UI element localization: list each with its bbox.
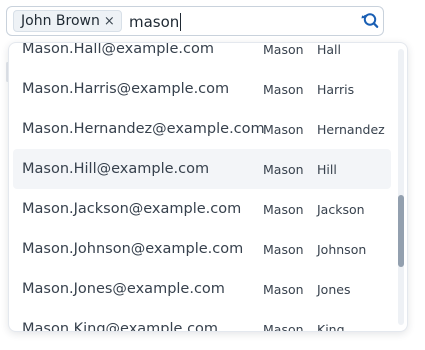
result-email: Mason.King@example.com bbox=[22, 321, 219, 332]
result-last-name: Hernandez bbox=[317, 121, 385, 137]
text-caret bbox=[180, 13, 182, 31]
user-search-combobox[interactable]: John Brown × mason bbox=[6, 6, 384, 36]
search-reset-icon[interactable] bbox=[359, 11, 379, 31]
result-row[interactable]: Mason.Jackson@example.com Mason Jackson bbox=[13, 189, 391, 229]
result-email: Mason.Hernandez@example.com bbox=[22, 121, 265, 137]
result-email: Mason.Johnson@example.com bbox=[22, 241, 244, 257]
result-row[interactable]: Mason.Johnson@example.com Mason Johnson bbox=[13, 229, 391, 269]
result-last-name: Hall bbox=[317, 42, 342, 57]
close-icon[interactable]: × bbox=[104, 15, 115, 28]
result-first-name: Mason bbox=[263, 321, 304, 332]
chip-label: John Brown bbox=[21, 13, 100, 29]
app-canvas: John Brown × mason Mason.Hall@example.co… bbox=[0, 0, 425, 350]
selected-user-chip: John Brown × bbox=[13, 10, 122, 32]
result-last-name: Jones bbox=[317, 281, 351, 297]
scrollbar-track[interactable] bbox=[398, 49, 404, 325]
result-first-name: Mason bbox=[263, 42, 304, 57]
result-first-name: Mason bbox=[263, 121, 304, 137]
result-first-name: Mason bbox=[263, 161, 304, 177]
result-last-name: King bbox=[317, 321, 345, 332]
result-first-name: Mason bbox=[263, 281, 304, 297]
result-email: Mason.Jones@example.com bbox=[22, 281, 225, 297]
results-dropdown[interactable]: Mason.Hall@example.com Mason Hall Mason.Har… bbox=[8, 42, 408, 332]
result-row[interactable]: Mason.Jones@example.com Mason Jones bbox=[13, 269, 391, 309]
result-first-name: Mason bbox=[263, 201, 304, 217]
search-input[interactable]: mason bbox=[129, 12, 182, 32]
result-email: Mason.Hall@example.com bbox=[22, 42, 214, 57]
result-first-name: Mason bbox=[263, 241, 304, 257]
result-row[interactable]: Mason.Harris@example.com Mason Harris bbox=[13, 69, 391, 109]
result-last-name: Hill bbox=[317, 161, 337, 177]
result-last-name: Jackson bbox=[317, 201, 365, 217]
result-row[interactable]: Mason.Hill@example.com Mason Hill bbox=[13, 149, 391, 189]
result-first-name: Mason bbox=[263, 81, 304, 97]
result-row[interactable]: Mason.Hernandez@example.com Mason Hernande… bbox=[13, 109, 391, 149]
results-list: Mason.Hall@example.com Mason Hall Mason.Har… bbox=[9, 42, 397, 332]
result-row[interactable]: Mason.Hall@example.com Mason Hall bbox=[13, 42, 391, 69]
result-row[interactable]: Mason.King@example.com Mason King bbox=[13, 309, 391, 332]
result-last-name: Harris bbox=[317, 81, 355, 97]
result-email: Mason.Hill@example.com bbox=[22, 161, 210, 177]
result-email: Mason.Harris@example.com bbox=[22, 81, 230, 97]
search-query-text: mason bbox=[129, 13, 180, 31]
result-last-name: Johnson bbox=[317, 241, 367, 257]
scrollbar-thumb[interactable] bbox=[398, 195, 404, 267]
result-email: Mason.Jackson@example.com bbox=[22, 201, 242, 217]
